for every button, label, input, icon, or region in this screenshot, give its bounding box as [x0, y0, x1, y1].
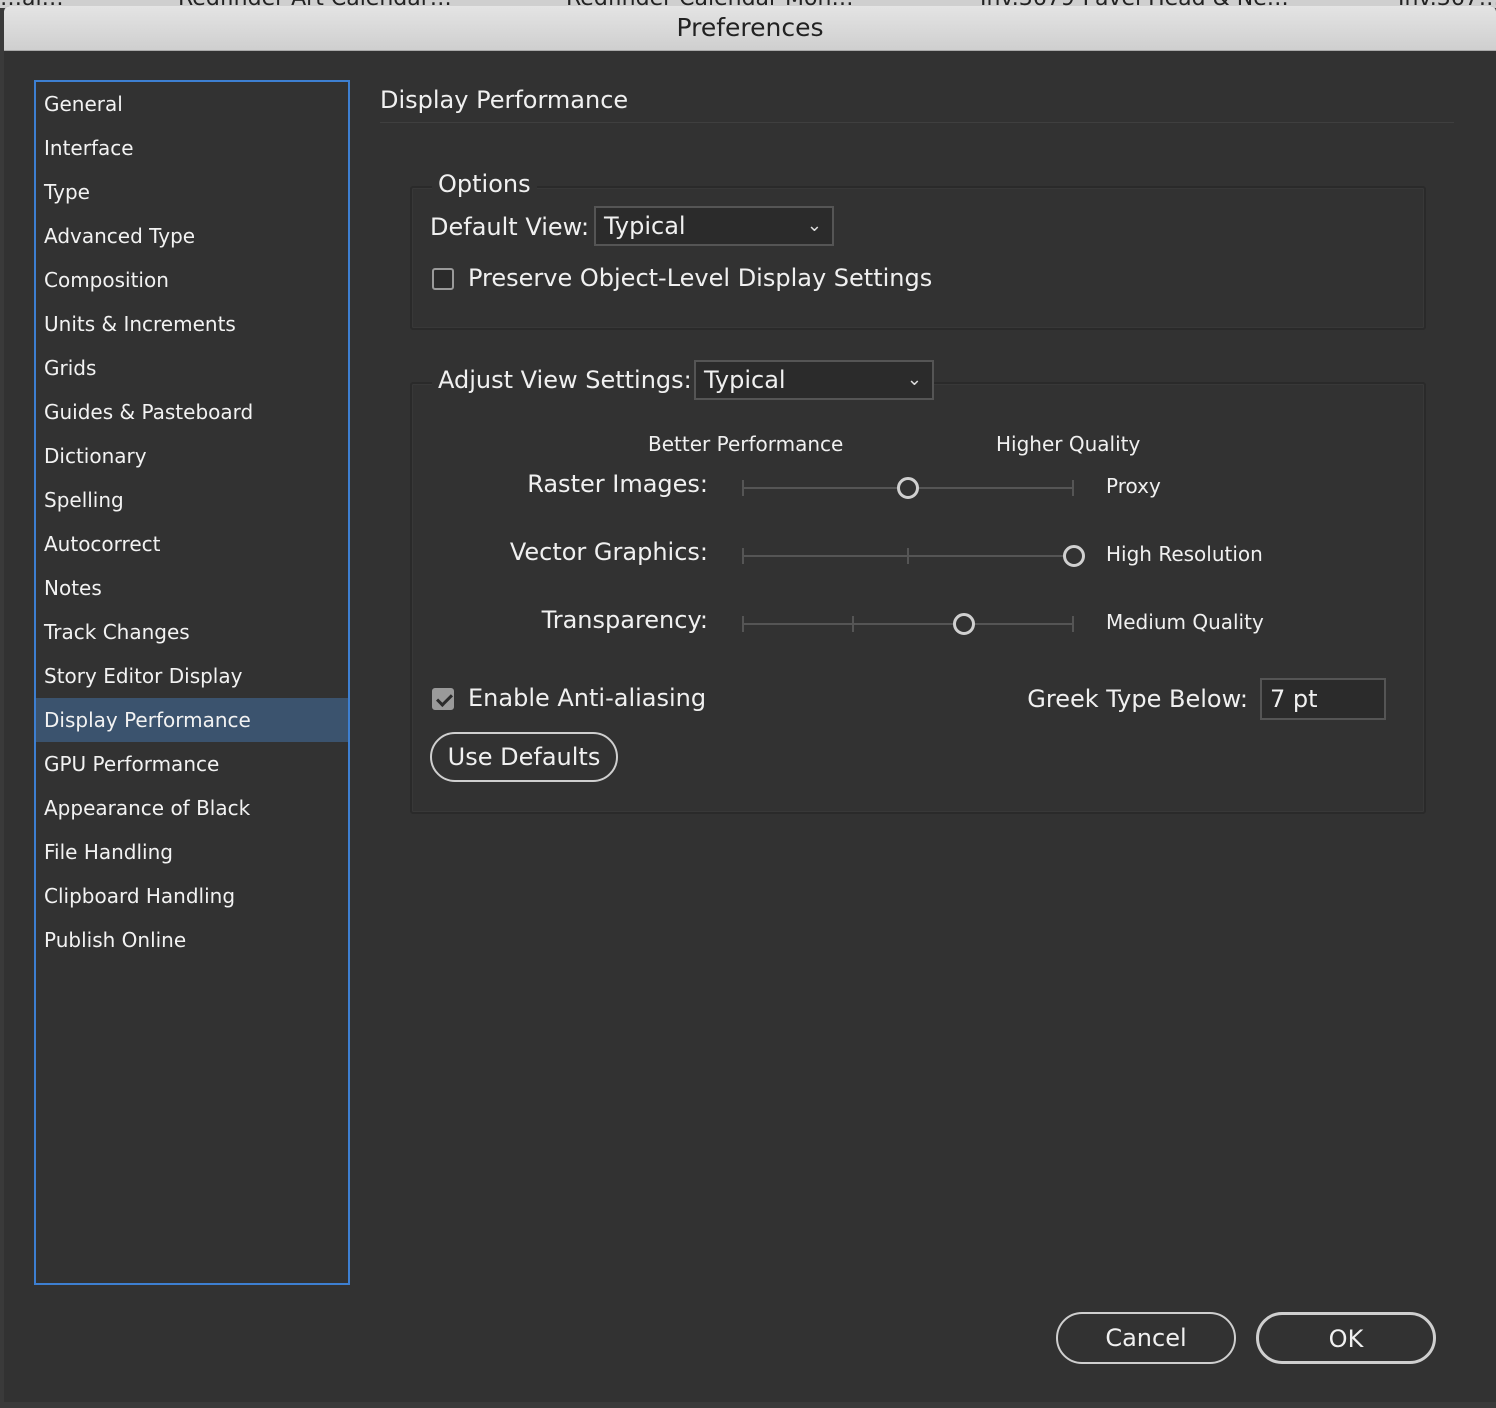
slider-tick	[742, 480, 744, 496]
chevron-down-icon: ⌄	[906, 369, 922, 390]
adjust-view-label: Adjust View Settings:	[432, 366, 702, 394]
adjust-view-dropdown[interactable]: Typical ⌄	[694, 360, 934, 400]
higher-quality-label: Higher Quality	[996, 432, 1141, 456]
sidebar-item-clipboard-handling[interactable]: Clipboard Handling	[36, 874, 348, 918]
transparency-label: Transparency:	[541, 606, 708, 634]
preferences-sidebar: General Interface Type Advanced Type Com…	[34, 80, 350, 1285]
sidebar-item-gpu-performance[interactable]: GPU Performance	[36, 742, 348, 786]
anti-aliasing-checkbox[interactable]	[432, 688, 454, 710]
sidebar-item-interface[interactable]: Interface	[36, 126, 348, 170]
transparency-slider-track[interactable]	[742, 623, 1074, 625]
sidebar-item-file-handling[interactable]: File Handling	[36, 830, 348, 874]
greek-type-label: Greek Type Below:	[1027, 685, 1248, 713]
better-performance-label: Better Performance	[648, 432, 844, 456]
ok-button[interactable]: OK	[1256, 1312, 1436, 1364]
greek-type-input[interactable]: 7 pt	[1260, 678, 1386, 720]
default-view-label: Default View:	[430, 213, 590, 241]
slider-tick	[742, 616, 744, 632]
default-view-value: Typical	[604, 212, 686, 240]
slider-tick	[852, 616, 854, 632]
default-view-dropdown[interactable]: Typical ⌄	[594, 206, 834, 246]
sidebar-item-advanced-type[interactable]: Advanced Type	[36, 214, 348, 258]
sidebar-item-appearance-of-black[interactable]: Appearance of Black	[36, 786, 348, 830]
sidebar-item-track-changes[interactable]: Track Changes	[36, 610, 348, 654]
transparency-value: Medium Quality	[1106, 610, 1264, 634]
sidebar-item-type[interactable]: Type	[36, 170, 348, 214]
sidebar-item-dictionary[interactable]: Dictionary	[36, 434, 348, 478]
raster-images-label: Raster Images:	[527, 470, 708, 498]
sidebar-item-autocorrect[interactable]: Autocorrect	[36, 522, 348, 566]
window-title: Preferences	[4, 6, 1496, 51]
sidebar-item-spelling[interactable]: Spelling	[36, 478, 348, 522]
slider-tick	[1072, 616, 1074, 632]
slider-tick	[1072, 480, 1074, 496]
raster-images-slider-thumb[interactable]	[897, 477, 919, 499]
sidebar-item-units-increments[interactable]: Units & Increments	[36, 302, 348, 346]
sidebar-item-notes[interactable]: Notes	[36, 566, 348, 610]
chevron-down-icon: ⌄	[806, 215, 822, 236]
title-divider	[380, 122, 1454, 123]
options-group	[410, 186, 1426, 330]
sidebar-item-guides-pasteboard[interactable]: Guides & Pasteboard	[36, 390, 348, 434]
preserve-settings-label: Preserve Object-Level Display Settings	[468, 264, 933, 292]
use-defaults-button[interactable]: Use Defaults	[430, 732, 618, 782]
preferences-dialog: Preferences General Interface Type Advan…	[4, 6, 1496, 1402]
panel-title: Display Performance	[380, 86, 629, 114]
sidebar-item-general[interactable]: General	[36, 82, 348, 126]
vector-graphics-label: Vector Graphics:	[509, 538, 708, 566]
slider-tick	[907, 548, 909, 564]
sidebar-item-story-editor-display[interactable]: Story Editor Display	[36, 654, 348, 698]
sidebar-item-composition[interactable]: Composition	[36, 258, 348, 302]
preserve-settings-checkbox[interactable]	[432, 268, 454, 290]
options-legend: Options	[432, 170, 537, 198]
adjust-view-value: Typical	[704, 366, 786, 394]
sidebar-item-grids[interactable]: Grids	[36, 346, 348, 390]
anti-aliasing-label: Enable Anti-aliasing	[468, 684, 707, 712]
vector-graphics-slider-thumb[interactable]	[1063, 545, 1085, 567]
slider-tick	[742, 548, 744, 564]
vector-graphics-value: High Resolution	[1106, 542, 1263, 566]
sidebar-item-display-performance[interactable]: Display Performance	[36, 698, 348, 742]
cancel-button[interactable]: Cancel	[1056, 1312, 1236, 1364]
sidebar-item-publish-online[interactable]: Publish Online	[36, 918, 348, 962]
raster-images-value: Proxy	[1106, 474, 1161, 498]
